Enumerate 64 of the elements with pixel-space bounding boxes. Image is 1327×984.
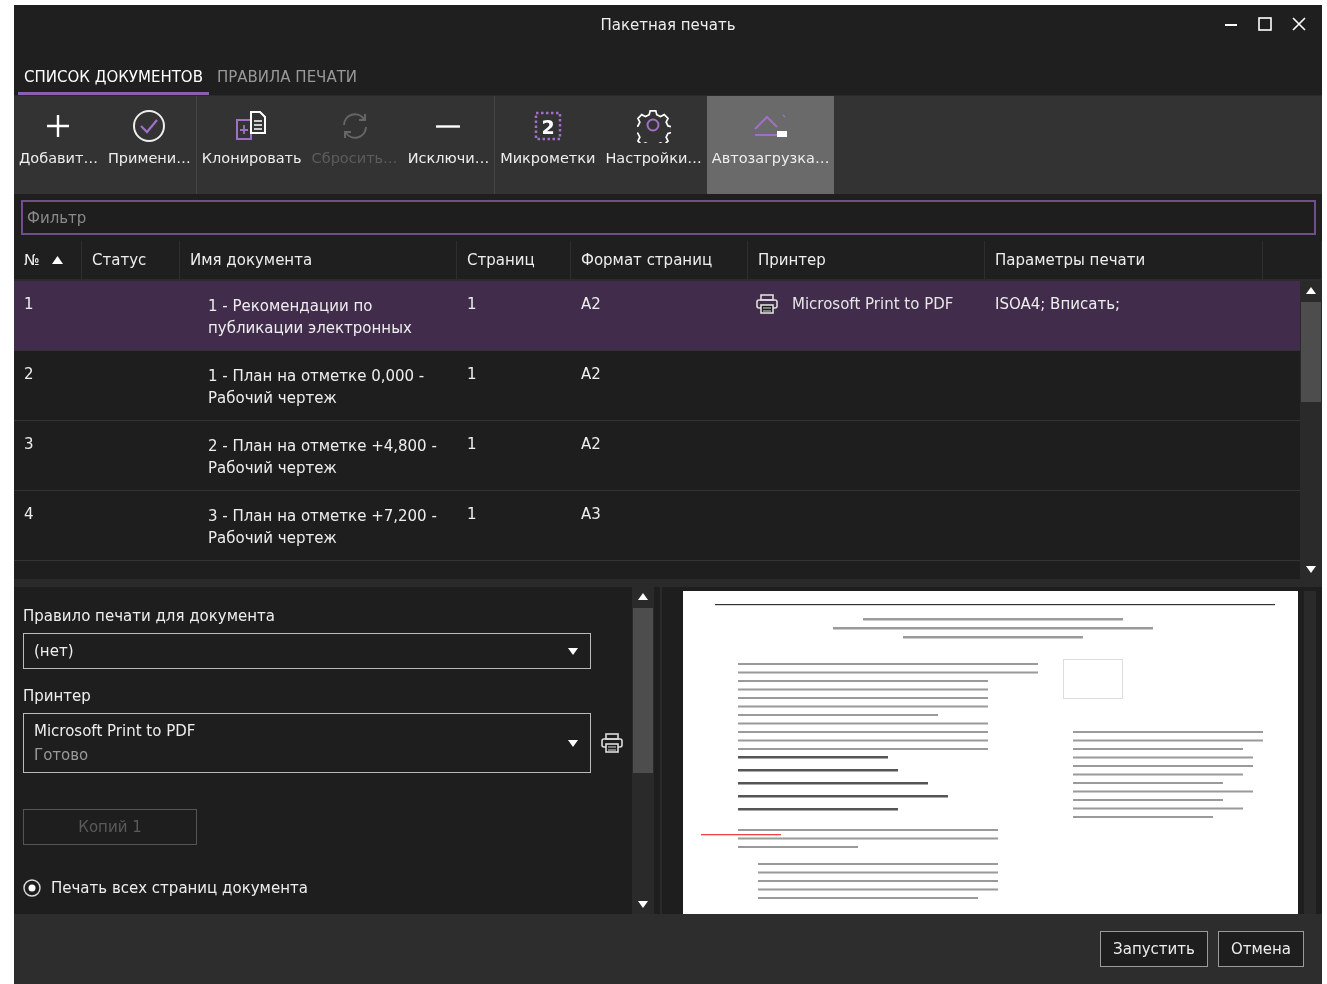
toolbar-button[interactable]: Настройки… bbox=[600, 96, 707, 194]
table-cell-text: 2 - План на отметке +4,800 - Рабочий чертеж bbox=[207, 436, 438, 479]
table-cell-text: 1 bbox=[23, 294, 35, 315]
rule-dropdown[interactable]: (нет) bbox=[23, 633, 591, 669]
table-cell-text: 3 - План на отметке +7,200 - Рабочий чертеж bbox=[207, 506, 438, 549]
maximize-icon[interactable] bbox=[1258, 17, 1272, 31]
settings-icon bbox=[636, 109, 671, 143]
dropdown-caret-icon bbox=[568, 647, 578, 655]
field-label: Принтер bbox=[23, 687, 92, 705]
table-cell-text: A2 bbox=[580, 294, 602, 315]
toolbar-button[interactable]: Автозагрузка… bbox=[706, 96, 835, 194]
printer-icon bbox=[756, 294, 778, 314]
plus-icon bbox=[45, 113, 72, 139]
table-cell-text: A2 bbox=[580, 434, 602, 455]
scrollbar[interactable] bbox=[1300, 281, 1322, 579]
table-cell-text: 1 bbox=[466, 364, 478, 385]
scroll-up-icon[interactable] bbox=[1306, 287, 1316, 294]
dialog-button[interactable]: Отмена bbox=[1217, 931, 1304, 967]
sort-ascending-icon bbox=[51, 256, 63, 264]
column-header[interactable]: Принтер bbox=[758, 251, 826, 269]
scroll-down-icon[interactable] bbox=[638, 901, 648, 908]
close-icon[interactable] bbox=[1292, 17, 1306, 31]
toolbar-button[interactable]: 2 Микрометки bbox=[494, 96, 601, 194]
dialog-button[interactable]: Запустить bbox=[1100, 931, 1208, 967]
table-row[interactable]: 2 1 - План на отметке 0,000 - Рабочий чертеж 1 A2 bbox=[14, 351, 1300, 421]
table-cell-text: A2 bbox=[580, 364, 602, 385]
toolbar-button[interactable]: Добавит… bbox=[14, 96, 103, 194]
checkmark-circle-icon bbox=[132, 109, 167, 143]
numbered-frame-icon: 2 bbox=[533, 111, 562, 141]
toolbar-button[interactable]: Примени… bbox=[102, 96, 196, 194]
tab[interactable]: ПРАВИЛА ПЕЧАТИ bbox=[210, 68, 364, 95]
radio-option[interactable]: Печать всех страниц документа bbox=[23, 879, 308, 897]
toolbar-button[interactable]: Исключи… bbox=[402, 96, 495, 194]
minus-icon bbox=[436, 124, 461, 128]
table-row[interactable]: 1 1 - Рекомендации по публикации электронных 1 A2 Microsoft Print to PDF ISOA4; Вписать; bbox=[14, 281, 1300, 351]
scroll-up-icon[interactable] bbox=[638, 593, 648, 600]
table-cell: Microsoft Print to PDF bbox=[792, 295, 954, 313]
column-header[interactable]: Страниц bbox=[467, 251, 535, 269]
table-cell-text: A3 bbox=[580, 504, 602, 525]
table-row[interactable]: 4 3 - План на отметке +7,200 - Рабочий чертеж 1 A3 bbox=[14, 491, 1300, 561]
table-cell-text: 3 bbox=[23, 434, 35, 455]
table-cell-text: 1 - План на отметке 0,000 - Рабочий чертеж bbox=[207, 366, 426, 409]
scroll-down-icon[interactable] bbox=[1306, 566, 1316, 573]
table-cell-text: 1 bbox=[466, 434, 478, 455]
toolbar-button[interactable]: Клонировать bbox=[195, 96, 307, 194]
table-row[interactable]: 3 2 - План на отметке +4,800 - Рабочий чертеж 1 A2 bbox=[14, 421, 1300, 491]
column-header[interactable]: Формат страниц bbox=[581, 251, 713, 269]
printer-icon[interactable] bbox=[601, 733, 623, 753]
table-cell-text: 1 bbox=[466, 294, 478, 315]
table-cell-text: 4 bbox=[23, 504, 35, 525]
filter-field[interactable]: Фильтр bbox=[21, 200, 1316, 235]
column-header[interactable]: Статус bbox=[92, 251, 147, 269]
printer-dropdown[interactable]: Microsoft Print to PDF Готово bbox=[23, 713, 591, 773]
dropdown-caret-icon bbox=[568, 739, 578, 747]
table-cell-text: ISOA4; Вписать; bbox=[994, 294, 1122, 315]
window-title: Пакетная печать bbox=[600, 16, 736, 34]
column-header[interactable]: Имя документа bbox=[190, 251, 313, 269]
field-label: Правило печати для документа bbox=[23, 607, 276, 625]
table-cell-text: 1 - Рекомендации по публикации электронных bbox=[207, 296, 413, 339]
radio-icon[interactable] bbox=[23, 879, 41, 897]
table-cell-text: 2 bbox=[23, 364, 35, 385]
column-header[interactable]: № bbox=[24, 251, 63, 269]
table-cell-text: 1 bbox=[466, 504, 478, 525]
column-header[interactable]: Параметры печати bbox=[995, 251, 1146, 269]
